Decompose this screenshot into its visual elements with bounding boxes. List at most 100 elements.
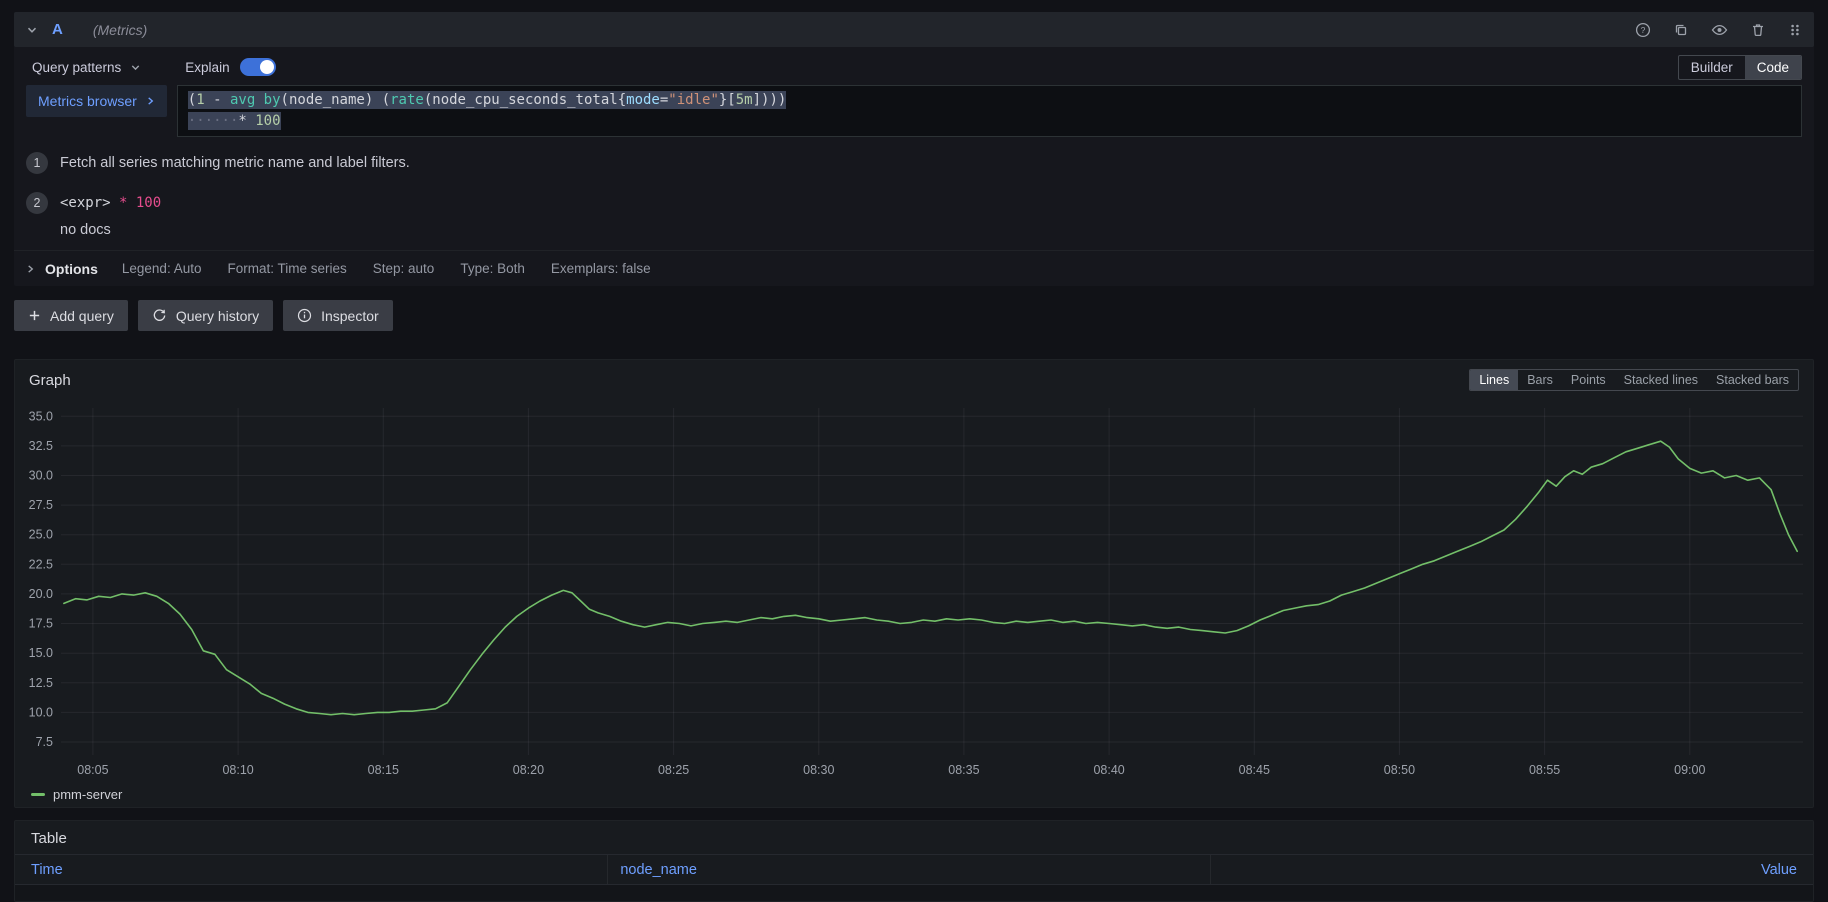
query-expression: (1 - avg by(node_name) (rate(node_cpu_se… [188,91,787,109]
table-panel: Table Time node_name Value [14,820,1814,902]
legend-item-pmm-server[interactable]: pmm-server [31,787,122,802]
svg-text:08:20: 08:20 [513,763,544,777]
svg-text:15.0: 15.0 [29,646,53,660]
graph-panel-title: Graph [29,372,71,389]
remove-query-trash-icon[interactable] [1750,22,1766,38]
svg-text:08:45: 08:45 [1239,763,1270,777]
editor-mode-switch: Builder Code [1678,55,1802,80]
step-body: <expr> * 100 no docs [60,192,161,241]
svg-text:32.5: 32.5 [29,439,53,453]
column-header-node-name[interactable]: node_name [608,855,1210,884]
chevron-right-icon [26,264,35,274]
graph-legend: pmm-server [15,781,1813,807]
table-header-row: Time node_name Value [15,854,1813,885]
svg-text:12.5: 12.5 [29,676,53,690]
svg-text:20.0: 20.0 [29,587,53,601]
column-header-time[interactable]: Time [15,855,608,884]
step-docs-note: no docs [60,219,161,241]
query-line-1: (1 - avg by(node_name) (rate(node_cpu_se… [188,90,1791,111]
svg-text:09:00: 09:00 [1674,763,1705,777]
svg-text:08:25: 08:25 [658,763,689,777]
chevron-right-icon [146,96,155,106]
svg-text:08:35: 08:35 [948,763,979,777]
grafana-explore-page: A (Metrics) ? [0,0,1828,902]
graph-mode-stacked-bars[interactable]: Stacked bars [1707,370,1798,390]
series-name: pmm-server [53,787,122,802]
query-options-row[interactable]: Options Legend: Auto Format: Time series… [14,250,1814,286]
step-expression: <expr> * 100 [60,192,161,214]
svg-text:08:10: 08:10 [222,763,253,777]
hide-response-eye-icon[interactable] [1711,22,1728,38]
explain-toggle[interactable] [240,58,276,76]
promql-code-editor[interactable]: (1 - avg by(node_name) (rate(node_cpu_se… [177,85,1802,137]
option-format: Format: Time series [227,261,346,276]
graph-style-switch: Lines Bars Points Stacked lines Stacked … [1469,369,1799,391]
metrics-browser-button[interactable]: Metrics browser [26,85,167,117]
graph-panel: Graph Lines Bars Points Stacked lines St… [14,359,1814,808]
toggle-knob [260,60,274,74]
datasource-label: (Metrics) [93,22,147,38]
svg-text:08:50: 08:50 [1384,763,1415,777]
query-patterns-dropdown[interactable]: Query patterns [26,56,147,79]
graph-mode-bars[interactable]: Bars [1518,370,1562,390]
chevron-down-icon [130,62,141,73]
query-actions: Add query Query history Inspector [14,300,1814,331]
options-label: Options [45,261,98,277]
svg-text:08:05: 08:05 [77,763,108,777]
inspector-label: Inspector [321,308,379,324]
option-step: Step: auto [373,261,435,276]
query-header-actions: ? [1635,22,1802,38]
builder-mode-button[interactable]: Builder [1679,56,1745,79]
option-type: Type: Both [460,261,525,276]
svg-text:08:30: 08:30 [803,763,834,777]
query-editor-row: Metrics browser (1 - avg by(node_name) (… [14,83,1814,143]
query-editor-card: A (Metrics) ? [14,12,1814,286]
table-body [15,885,1813,901]
svg-text:35.0: 35.0 [29,409,53,423]
svg-text:?: ? [1641,25,1646,35]
query-history-button[interactable]: Query history [138,300,273,331]
svg-text:08:55: 08:55 [1529,763,1560,777]
svg-text:22.5: 22.5 [29,557,53,571]
explain-step-2: 2 <expr> * 100 no docs [14,183,1814,250]
add-query-button[interactable]: Add query [14,300,128,331]
svg-text:27.5: 27.5 [29,498,53,512]
code-mode-button[interactable]: Code [1745,56,1801,79]
table-panel-title: Table [15,821,1813,854]
svg-text:25.0: 25.0 [29,528,53,542]
svg-text:7.5: 7.5 [36,735,53,749]
history-icon [152,308,167,323]
step-number-badge: 2 [26,192,48,214]
svg-text:10.0: 10.0 [29,705,53,719]
explain-step-1: 1 Fetch all series matching metric name … [14,143,1814,183]
option-exemplars: Exemplars: false [551,261,651,276]
graph-mode-stacked-lines[interactable]: Stacked lines [1615,370,1707,390]
graph-panel-header: Graph Lines Bars Points Stacked lines St… [15,360,1813,400]
svg-text:08:15: 08:15 [368,763,399,777]
series-color-swatch [31,793,45,796]
query-patterns-label: Query patterns [32,60,121,75]
query-row-header[interactable]: A (Metrics) ? [14,12,1814,47]
query-history-label: Query history [176,308,259,324]
graph-mode-points[interactable]: Points [1562,370,1615,390]
info-icon [297,308,312,323]
graph-canvas[interactable]: 7.5 10.0 12.5 15.0 17.5 20.0 22.5 25.0 27.5 30.0 3… [15,400,1813,781]
column-header-value[interactable]: Value [1211,862,1813,878]
collapse-chevron-icon[interactable] [26,24,38,36]
step-number-badge: 1 [26,152,48,174]
svg-text:17.5: 17.5 [29,617,53,631]
query-ref-id: A [52,21,63,38]
inspector-button[interactable]: Inspector [283,300,393,331]
explain-control: Explain [185,58,275,76]
drag-handle-icon[interactable] [1788,22,1802,38]
add-query-label: Add query [50,308,114,324]
graph-mode-lines[interactable]: Lines [1470,370,1518,390]
svg-text:30.0: 30.0 [29,469,53,483]
query-toolbar: Query patterns Explain Builder Code [14,47,1814,83]
option-legend: Legend: Auto [122,261,202,276]
explain-label: Explain [185,60,229,75]
duplicate-query-icon[interactable] [1673,22,1689,38]
help-icon[interactable]: ? [1635,22,1651,38]
plus-icon [28,309,41,322]
svg-text:08:40: 08:40 [1093,763,1124,777]
